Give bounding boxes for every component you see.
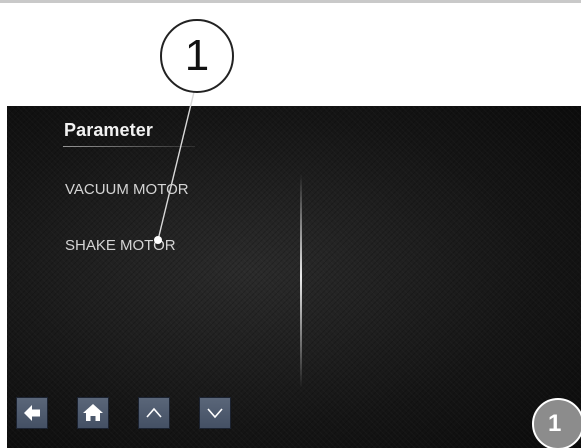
vertical-divider xyxy=(300,174,302,388)
title-underline xyxy=(63,146,195,147)
home-icon xyxy=(83,404,103,421)
scroll-up-button[interactable] xyxy=(138,397,170,429)
manual-figure: Parameter VACUUM MOTOR SHAKE MOTOR 1 1 xyxy=(0,0,581,448)
device-screen: Parameter VACUUM MOTOR SHAKE MOTOR xyxy=(7,106,581,448)
back-button[interactable] xyxy=(16,397,48,429)
menu-item-vacuum-motor[interactable]: VACUUM MOTOR xyxy=(65,181,189,198)
chevron-down-icon xyxy=(207,408,223,419)
home-button[interactable] xyxy=(77,397,109,429)
arrow-left-icon xyxy=(24,405,40,421)
menu-item-shake-motor[interactable]: SHAKE MOTOR xyxy=(65,237,176,254)
top-rule xyxy=(0,0,581,3)
callout-number: 1 xyxy=(160,19,234,93)
figure-number-badge: 1 xyxy=(532,398,581,448)
chevron-up-icon xyxy=(146,407,162,418)
page-title: Parameter xyxy=(64,120,153,140)
scroll-down-button[interactable] xyxy=(199,397,231,429)
